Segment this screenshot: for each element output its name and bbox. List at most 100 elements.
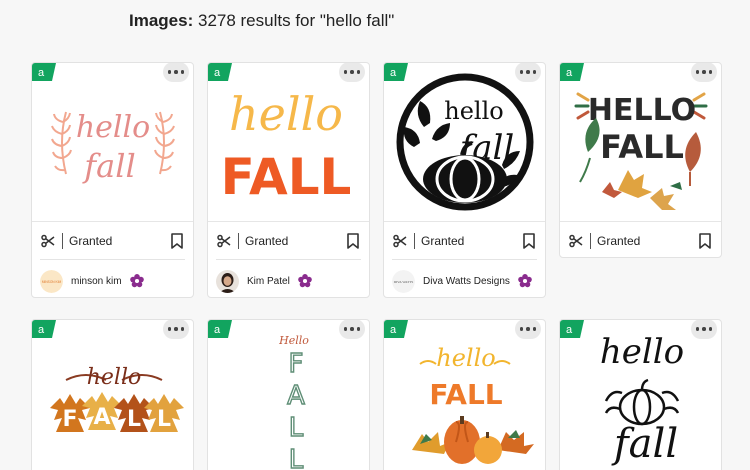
image-card[interactable]: a hello FALL: [383, 319, 546, 470]
more-options-button[interactable]: [515, 63, 541, 82]
art-text-letter-f: F: [288, 349, 303, 379]
image-card[interactable]: a hello F A L L: [31, 319, 194, 470]
art-text-hello: hello: [444, 97, 503, 125]
action-separator: [62, 232, 63, 249]
creator-row: DIVA WATTS Diva Watts Designs: [384, 263, 545, 297]
more-options-button[interactable]: [339, 320, 365, 339]
svg-text:a: a: [214, 324, 221, 336]
license-status: Granted: [245, 233, 289, 248]
art-text-hello: hello: [75, 110, 149, 145]
card-actions: Granted: [32, 221, 193, 259]
bookmark-icon[interactable]: [170, 233, 184, 249]
svg-text:a: a: [38, 67, 45, 79]
results-label: Images:: [129, 11, 194, 30]
svg-text:a: a: [390, 324, 397, 336]
hello-fall-script-pumpkin-art: hello fall: [599, 332, 683, 467]
design-thumbnail[interactable]: HELLO FALL: [560, 63, 721, 221]
more-options-button[interactable]: [691, 320, 717, 339]
cut-scissors-icon[interactable]: [216, 233, 232, 249]
design-thumbnail[interactable]: hello FALL: [384, 320, 545, 470]
more-options-button[interactable]: [163, 63, 189, 82]
creator-flower-badge-icon: [518, 274, 532, 288]
more-options-button[interactable]: [515, 320, 541, 339]
art-text-fall: fall: [610, 421, 677, 467]
card-divider: [392, 259, 537, 260]
hello-fall-laurel-art: hello fall: [50, 110, 175, 185]
access-badge-icon: a: [32, 320, 56, 338]
creator-flower-badge-icon: [129, 274, 144, 288]
access-badge-icon: a: [208, 63, 232, 81]
card-divider: [40, 259, 185, 260]
svg-text:a: a: [390, 67, 397, 79]
art-text-letter-a: A: [93, 405, 110, 430]
svg-text:a: a: [38, 324, 45, 336]
hello-fall-pumpkins-art: hello FALL: [411, 344, 534, 464]
bookmark-icon[interactable]: [522, 233, 536, 249]
cut-scissors-icon[interactable]: [392, 233, 408, 249]
more-options-button[interactable]: [163, 320, 189, 339]
bookmark-icon[interactable]: [698, 233, 712, 249]
design-thumbnail[interactable]: Hello F A L L: [208, 320, 369, 470]
results-header: Images: 3278 results for "hello fall": [129, 11, 394, 31]
art-text-hello: hello: [229, 87, 343, 141]
avatar-text: DIVA WATTS: [394, 280, 414, 284]
card-actions: Granted: [384, 221, 545, 259]
creator-row: Kim Patel: [208, 263, 369, 297]
card-actions: Granted: [560, 221, 721, 257]
design-thumbnail[interactable]: hello fall: [384, 63, 545, 221]
access-badge-icon: a: [560, 320, 584, 338]
art-text-letter-a: A: [287, 381, 305, 411]
image-card[interactable]: a HELLO FALL Granted: [559, 62, 722, 258]
creator-avatar[interactable]: [216, 269, 239, 293]
access-badge-icon: a: [384, 63, 408, 81]
creator-name[interactable]: Kim Patel: [247, 276, 290, 287]
action-separator: [590, 232, 591, 249]
license-status: Granted: [421, 233, 465, 248]
design-thumbnail[interactable]: hello fall: [32, 63, 193, 221]
creator-avatar[interactable]: DIVA WATTS: [392, 269, 415, 293]
creator-name[interactable]: Diva Watts Designs: [423, 276, 510, 287]
image-card[interactable]: a hello fall Granted MINSON KIM minson k…: [31, 62, 194, 298]
creator-avatar[interactable]: MINSON KIM: [40, 269, 63, 293]
art-text-letter-l: L: [288, 413, 303, 443]
cut-scissors-icon[interactable]: [40, 233, 56, 249]
cut-scissors-icon[interactable]: [568, 233, 584, 249]
access-badge-icon: a: [208, 320, 232, 338]
svg-text:a: a: [566, 67, 573, 79]
action-separator: [238, 232, 239, 249]
art-text-hello: HELLO: [587, 93, 695, 128]
results-count: 3278 results for "hello fall": [197, 11, 395, 30]
art-text-hello: Hello: [278, 334, 309, 347]
card-divider: [216, 259, 361, 260]
card-actions: Granted: [208, 221, 369, 259]
hello-fall-bold-orange-art: hello FALL: [220, 87, 351, 206]
creator-name[interactable]: minson kim: [71, 276, 122, 287]
design-thumbnail[interactable]: hello FALL: [208, 63, 369, 221]
access-badge-icon: a: [384, 320, 408, 338]
design-thumbnail[interactable]: hello fall: [560, 320, 721, 470]
access-badge-icon: a: [560, 63, 584, 81]
creator-flower-badge-icon: [297, 274, 312, 288]
art-text-fall: FALL: [600, 128, 684, 166]
more-options-button[interactable]: [339, 63, 365, 82]
hello-fall-pumpkin-circle-art: hello fall: [396, 73, 533, 211]
art-text-letter-l: L: [126, 407, 140, 432]
more-options-button[interactable]: [691, 63, 717, 82]
image-card[interactable]: a hello FALL Granted Kim Patel: [207, 62, 370, 298]
art-text-hello: hello: [436, 344, 495, 372]
license-status: Granted: [597, 233, 641, 248]
design-thumbnail[interactable]: hello F A L L: [32, 320, 193, 470]
image-card[interactable]: a hello fall: [383, 62, 546, 298]
svg-text:a: a: [214, 67, 221, 79]
image-card[interactable]: a Hello F A L L: [207, 319, 370, 470]
art-text-fall: FALL: [220, 148, 351, 206]
access-badge-icon: a: [32, 63, 56, 81]
art-text-letter-l: L: [156, 407, 170, 432]
svg-text:a: a: [566, 324, 573, 336]
creator-row: MINSON KIM minson kim: [32, 263, 193, 297]
art-text-hello: hello: [86, 365, 141, 390]
image-card[interactable]: a hello fall: [559, 319, 722, 470]
art-text-letter-f: F: [62, 407, 77, 432]
bookmark-icon[interactable]: [346, 233, 360, 249]
hello-fall-maple-leaves-art: hello F A L L: [49, 365, 184, 432]
